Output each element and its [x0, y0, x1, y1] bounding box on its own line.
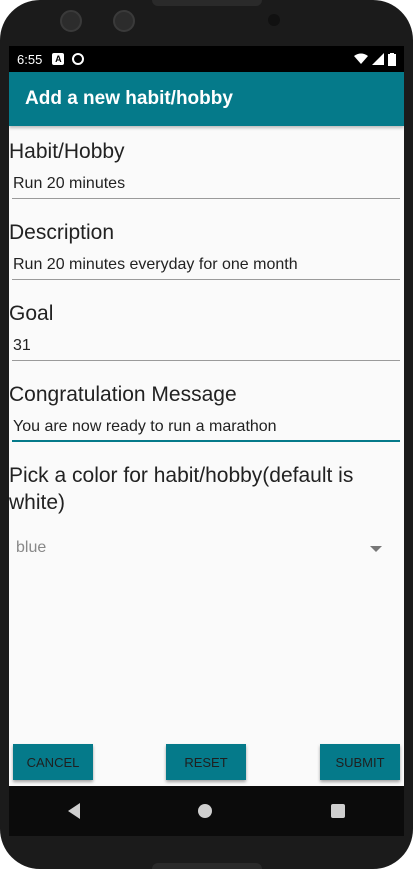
submit-button[interactable]: SUBMIT: [320, 744, 400, 780]
dropdown-arrow-icon: [370, 545, 382, 552]
back-icon[interactable]: [68, 803, 81, 819]
reset-button[interactable]: RESET: [166, 744, 246, 780]
status-bar: 6:55 A: [9, 46, 404, 72]
front-camera-icon: [268, 14, 280, 26]
color-label: Pick a color for habit/hobby(default is …: [9, 464, 354, 515]
recent-apps-icon[interactable]: [330, 804, 345, 818]
signal-icon: [372, 53, 384, 65]
status-time: 6:55: [17, 51, 43, 67]
battery-icon: [388, 52, 396, 66]
sensor-icon: [113, 10, 135, 32]
goal-label: Goal: [9, 302, 54, 325]
top-bezel: [0, 0, 413, 46]
page-title: Add a new habit/hobby: [25, 88, 233, 109]
camera-icon: [60, 10, 82, 32]
speaker-slot: [152, 0, 262, 6]
description-label: Description: [9, 221, 115, 244]
wifi-icon: [354, 53, 368, 64]
goal-input[interactable]: 31: [12, 333, 400, 361]
app-bar: Add a new habit/hobby: [9, 72, 404, 126]
home-icon[interactable]: [198, 804, 213, 818]
app-screen: 6:55 A Add a new habit/hobby Habit/Hobby…: [9, 46, 404, 786]
habit-label: Habit/Hobby: [9, 140, 125, 163]
habit-form: Habit/Hobby Run 20 minutes Description R…: [9, 140, 404, 571]
notification-a-icon: A: [52, 53, 65, 65]
habit-input[interactable]: Run 20 minutes: [12, 171, 400, 199]
color-spinner-value: blue: [16, 538, 47, 556]
cancel-button[interactable]: CANCEL: [13, 744, 93, 780]
device-frame: 6:55 A Add a new habit/hobby Habit/Hobby…: [0, 0, 413, 869]
description-input[interactable]: Run 20 minutes everyday for one month: [12, 252, 400, 280]
message-input[interactable]: You are now ready to run a marathon: [12, 414, 400, 442]
message-label: Congratulation Message: [9, 383, 237, 406]
color-spinner[interactable]: blue: [9, 527, 400, 571]
bottom-speaker-slot: [152, 863, 262, 869]
notification-circle-icon: [72, 53, 85, 65]
navigation-bar: [9, 786, 404, 836]
status-icons: [354, 52, 396, 66]
